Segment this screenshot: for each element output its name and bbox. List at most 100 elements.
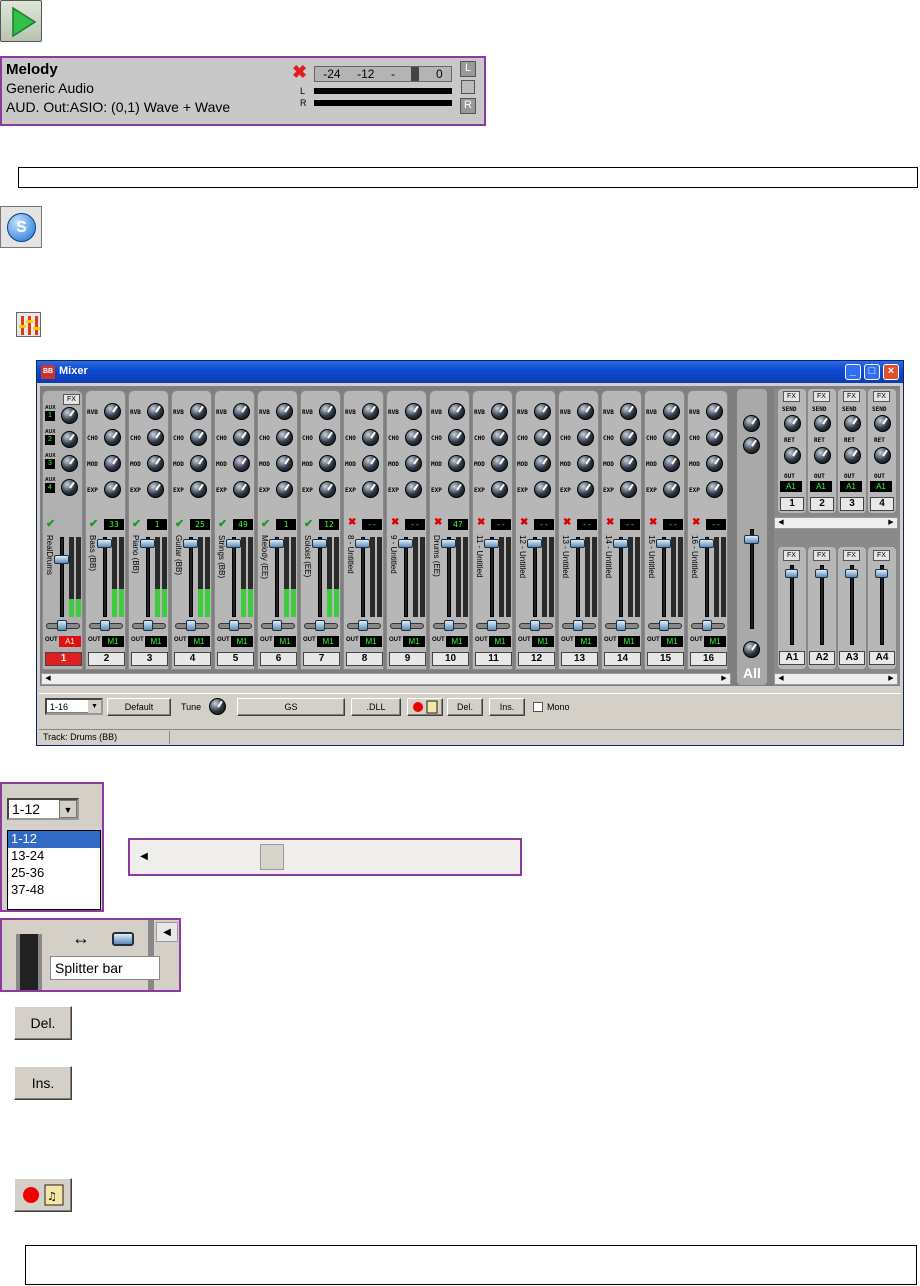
scroll-left-arrow[interactable]: ◀ — [156, 922, 178, 942]
aux-fader[interactable] — [875, 569, 888, 578]
mod-knob[interactable] — [620, 455, 637, 472]
channel-number[interactable]: 12 — [518, 652, 555, 666]
out-port[interactable]: M1 — [102, 636, 124, 647]
aux-fader[interactable] — [785, 569, 798, 578]
pan-slider[interactable] — [702, 620, 712, 631]
master-fader[interactable] — [744, 535, 759, 544]
delete-button[interactable]: Del. — [447, 698, 483, 716]
scroll-thumb[interactable] — [260, 844, 285, 870]
aux-knob[interactable] — [61, 455, 78, 472]
range-combo[interactable]: 1-12 ▼ — [7, 798, 79, 820]
send-knob[interactable] — [814, 415, 831, 432]
aux-fader[interactable] — [845, 569, 858, 578]
track-header[interactable]: Melody Generic Audio AUD. Out:ASIO: (0,1… — [0, 56, 486, 126]
ins-button[interactable]: Ins. — [14, 1066, 72, 1100]
mod-knob[interactable] — [276, 455, 293, 472]
mod-knob[interactable] — [190, 455, 207, 472]
exp-knob[interactable] — [276, 481, 293, 498]
range-option[interactable]: 13-24 — [8, 848, 100, 865]
chevron-down-icon[interactable]: ▼ — [88, 700, 101, 713]
aux-knob[interactable] — [61, 479, 78, 496]
master-pan-knob[interactable] — [743, 641, 760, 658]
out-port[interactable]: M1 — [575, 636, 597, 647]
close-icon[interactable]: ✖ — [563, 517, 571, 528]
out-port[interactable]: M1 — [618, 636, 640, 647]
aux-value[interactable]: 3 — [45, 459, 55, 469]
pan-slider[interactable] — [100, 620, 110, 631]
pan-slider[interactable] — [272, 620, 282, 631]
splitter-handle[interactable] — [112, 932, 134, 946]
aux-fader[interactable] — [815, 569, 828, 578]
cho-knob[interactable] — [577, 429, 594, 446]
scroll-right-arrow[interactable]: ▶ — [885, 674, 897, 684]
exp-knob[interactable] — [362, 481, 379, 498]
scroll-left-arrow[interactable]: ◀ — [42, 674, 54, 684]
cho-knob[interactable] — [362, 429, 379, 446]
check-icon[interactable]: ✔ — [304, 517, 313, 530]
aux-value[interactable]: 4 — [45, 483, 55, 493]
chevron-down-icon[interactable]: ▼ — [59, 800, 77, 818]
channel-number[interactable]: 15 — [647, 652, 684, 666]
volume-fader[interactable] — [355, 539, 370, 548]
del-button[interactable]: Del. — [14, 1006, 72, 1040]
fx-button[interactable]: FX — [783, 550, 800, 561]
scroll-left-arrow[interactable]: ◀ — [134, 844, 154, 870]
cho-knob[interactable] — [663, 429, 680, 446]
gs-button[interactable]: GS — [237, 698, 345, 716]
exp-knob[interactable] — [620, 481, 637, 498]
channel-number[interactable]: 9 — [389, 652, 426, 666]
rvb-knob[interactable] — [405, 403, 422, 420]
cho-knob[interactable] — [319, 429, 336, 446]
fx-button[interactable]: FX — [63, 394, 80, 405]
fx-button[interactable]: FX — [843, 550, 860, 561]
mod-knob[interactable] — [577, 455, 594, 472]
all-label[interactable]: All — [738, 665, 766, 681]
channel-number[interactable]: 8 — [346, 652, 383, 666]
close-icon[interactable]: ✖ — [292, 62, 307, 83]
exp-knob[interactable] — [663, 481, 680, 498]
out-port[interactable]: A1 — [780, 481, 802, 492]
out-port[interactable]: A1 — [59, 636, 81, 647]
out-port[interactable]: M1 — [360, 636, 382, 647]
pan-slider[interactable] — [401, 620, 411, 631]
out-port[interactable]: M1 — [403, 636, 425, 647]
channel-number[interactable]: 16 — [690, 652, 727, 666]
scroll-right-arrow[interactable]: ▶ — [885, 518, 897, 528]
volume-scale[interactable]: -24 -12 - 0 — [314, 66, 452, 82]
volume-fader[interactable] — [441, 539, 456, 548]
fx-number[interactable]: 1 — [780, 497, 804, 511]
exp-knob[interactable] — [405, 481, 422, 498]
out-port[interactable]: M1 — [446, 636, 468, 647]
scroll-left-arrow[interactable]: ◀ — [775, 674, 787, 684]
close-icon[interactable]: ✖ — [649, 517, 657, 528]
channel-number[interactable]: 7 — [303, 652, 340, 666]
master-knob-1[interactable] — [743, 415, 760, 432]
exp-knob[interactable] — [104, 481, 121, 498]
exp-knob[interactable] — [319, 481, 336, 498]
mixer-titlebar[interactable]: BB Mixer _ □ × — [37, 361, 903, 383]
fx-button[interactable]: FX — [813, 391, 830, 402]
out-port[interactable]: M1 — [704, 636, 726, 647]
r-button[interactable]: R — [460, 98, 476, 114]
mod-knob[interactable] — [147, 455, 164, 472]
fx-button[interactable]: FX — [813, 550, 830, 561]
volume-fader[interactable] — [398, 539, 413, 548]
cho-knob[interactable] — [491, 429, 508, 446]
rvb-knob[interactable] — [706, 403, 723, 420]
mod-knob[interactable] — [534, 455, 551, 472]
tune-knob[interactable] — [209, 698, 226, 715]
out-port[interactable]: M1 — [188, 636, 210, 647]
volume-fader[interactable] — [183, 539, 198, 548]
fx-button[interactable]: FX — [873, 550, 890, 561]
rvb-knob[interactable] — [190, 403, 207, 420]
cho-knob[interactable] — [448, 429, 465, 446]
range-option[interactable]: 37-48 — [8, 882, 100, 899]
rvb-knob[interactable] — [620, 403, 637, 420]
aux-bus-label[interactable]: A4 — [869, 651, 895, 665]
fx-scrollbar[interactable]: ◀ ▶ — [774, 517, 898, 529]
cho-knob[interactable] — [233, 429, 250, 446]
send-knob[interactable] — [874, 415, 891, 432]
return-knob[interactable] — [784, 447, 801, 464]
exp-knob[interactable] — [448, 481, 465, 498]
exp-knob[interactable] — [147, 481, 164, 498]
